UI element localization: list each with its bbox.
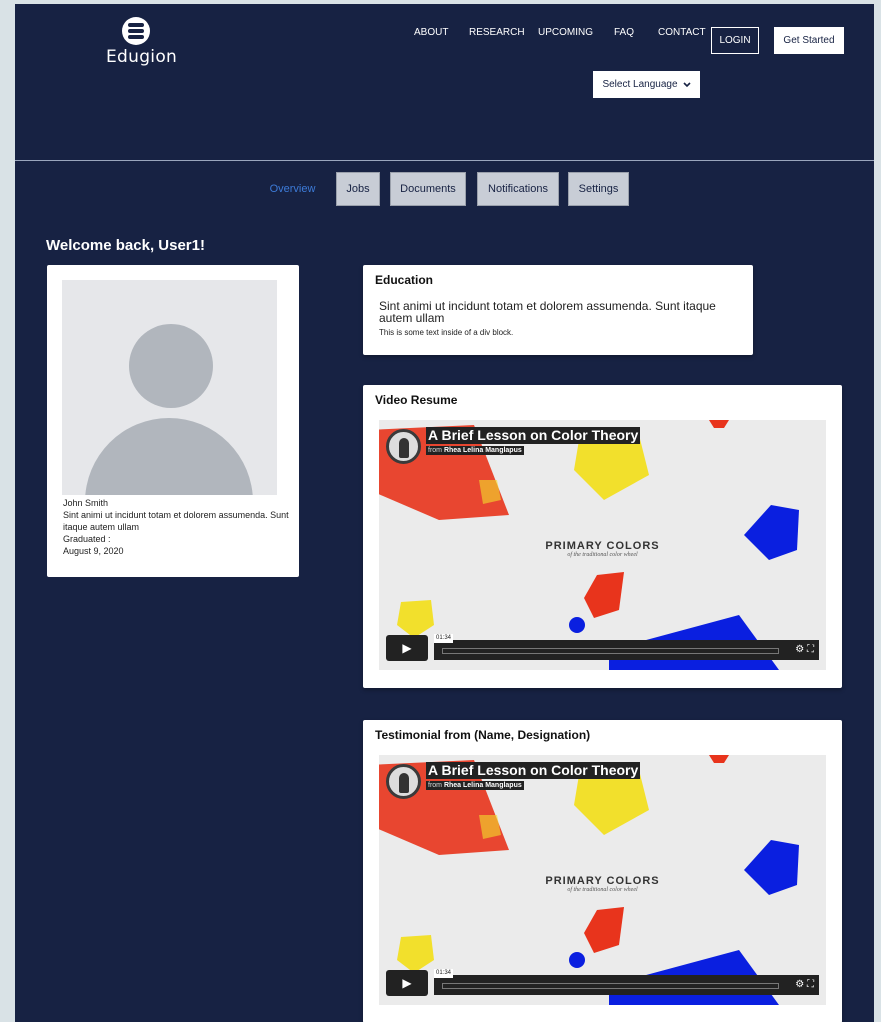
tab-notifications[interactable]: Notifications <box>477 172 559 206</box>
video-author[interactable]: from Rhea Lelina Manglapus <box>426 781 524 790</box>
video-controls: ⚙ ⛶ <box>795 979 814 990</box>
video-center-subtitle: of the traditional color wheel <box>567 887 638 893</box>
profile-info: John Smith Sint animi ut incidunt totam … <box>63 497 289 557</box>
video-resume-card: Video Resume A Brief Lesson on Color The… <box>363 385 842 688</box>
graduated-date: August 9, 2020 <box>63 546 124 556</box>
profile-bio: Sint animi ut incidunt totam et dolorem … <box>63 510 289 532</box>
video-center-text: PRIMARY COLORS of the traditional color … <box>379 540 826 558</box>
video-controls: ⚙ ⛶ <box>795 644 814 655</box>
video-from-prefix: from <box>428 447 442 454</box>
play-icon: ▶ <box>402 641 412 655</box>
tab-settings[interactable]: Settings <box>568 172 629 206</box>
tab-overview[interactable]: Overview <box>270 172 316 206</box>
tab-jobs[interactable]: Jobs <box>336 172 380 206</box>
video-from-prefix: from <box>428 782 442 789</box>
tab-documents[interactable]: Documents <box>390 172 466 206</box>
education-card: Education Sint animi ut incidunt totam e… <box>363 265 753 355</box>
video-progress-bar[interactable]: ⚙ ⛶ <box>434 640 819 660</box>
chevron-down-icon <box>682 81 691 87</box>
nav-about[interactable]: ABOUT <box>414 27 448 38</box>
video-author-name: Rhea Lelina Manglapus <box>443 782 522 789</box>
page-frame: Edugion ABOUT RESEARCH UPCOMING FAQ CONT… <box>15 4 874 1022</box>
gear-icon[interactable]: ⚙ <box>795 644 804 655</box>
get-started-button[interactable]: Get Started <box>774 27 844 54</box>
avatar <box>62 280 277 495</box>
video-resume-title: Video Resume <box>375 393 458 407</box>
gear-icon[interactable]: ⚙ <box>795 979 804 990</box>
education-note: This is some text inside of a div block. <box>379 328 514 337</box>
video-time: 01:34 <box>434 634 454 643</box>
header-divider <box>15 160 874 161</box>
profile-card: John Smith Sint animi ut incidunt totam … <box>47 265 299 577</box>
nav-research[interactable]: RESEARCH <box>469 27 525 38</box>
profile-name: John Smith <box>63 498 109 508</box>
video-center-text: PRIMARY COLORS of the traditional color … <box>379 875 826 893</box>
video-center-title: PRIMARY COLORS <box>545 875 660 887</box>
play-icon: ▶ <box>402 976 412 990</box>
language-label: Select Language <box>602 79 678 90</box>
video-time: 01:34 <box>434 969 454 978</box>
video-progress-bar[interactable]: ⚙ ⛶ <box>434 975 819 995</box>
brand-logo[interactable]: Edugion <box>106 17 178 67</box>
graduated-label: Graduated : <box>63 534 111 544</box>
language-select[interactable]: Select Language <box>593 71 700 98</box>
video-center-title: PRIMARY COLORS <box>545 540 660 552</box>
education-body: Sint animi ut incidunt totam et dolorem … <box>379 299 716 325</box>
author-avatar <box>386 764 421 799</box>
video-title[interactable]: A Brief Lesson on Color Theory <box>426 427 641 444</box>
video-center-subtitle: of the traditional color wheel <box>567 552 638 558</box>
nav-upcoming[interactable]: UPCOMING <box>538 27 593 38</box>
nav-contact[interactable]: CONTACT <box>658 27 706 38</box>
video-player[interactable]: A Brief Lesson on Color Theory from Rhea… <box>379 755 826 1005</box>
video-author[interactable]: from Rhea Lelina Manglapus <box>426 446 524 455</box>
video-title[interactable]: A Brief Lesson on Color Theory <box>426 762 641 779</box>
books-icon <box>122 17 150 45</box>
play-button[interactable]: ▶ <box>386 635 428 661</box>
play-button[interactable]: ▶ <box>386 970 428 996</box>
testimonial-card: Testimonial from (Name, Designation) A B… <box>363 720 842 1022</box>
video-player[interactable]: A Brief Lesson on Color Theory from Rhea… <box>379 420 826 670</box>
testimonial-title: Testimonial from (Name, Designation) <box>375 728 591 742</box>
welcome-heading: Welcome back, User1! <box>46 237 205 254</box>
nav-faq[interactable]: FAQ <box>614 27 634 38</box>
login-button[interactable]: LOGIN <box>711 27 759 54</box>
video-track[interactable] <box>442 648 779 654</box>
fullscreen-icon[interactable]: ⛶ <box>807 979 814 990</box>
video-author-name: Rhea Lelina Manglapus <box>443 447 522 454</box>
education-title: Education <box>375 273 434 287</box>
video-track[interactable] <box>442 983 779 989</box>
author-avatar <box>386 429 421 464</box>
fullscreen-icon[interactable]: ⛶ <box>807 644 814 655</box>
brand-name: Edugion <box>106 47 178 67</box>
